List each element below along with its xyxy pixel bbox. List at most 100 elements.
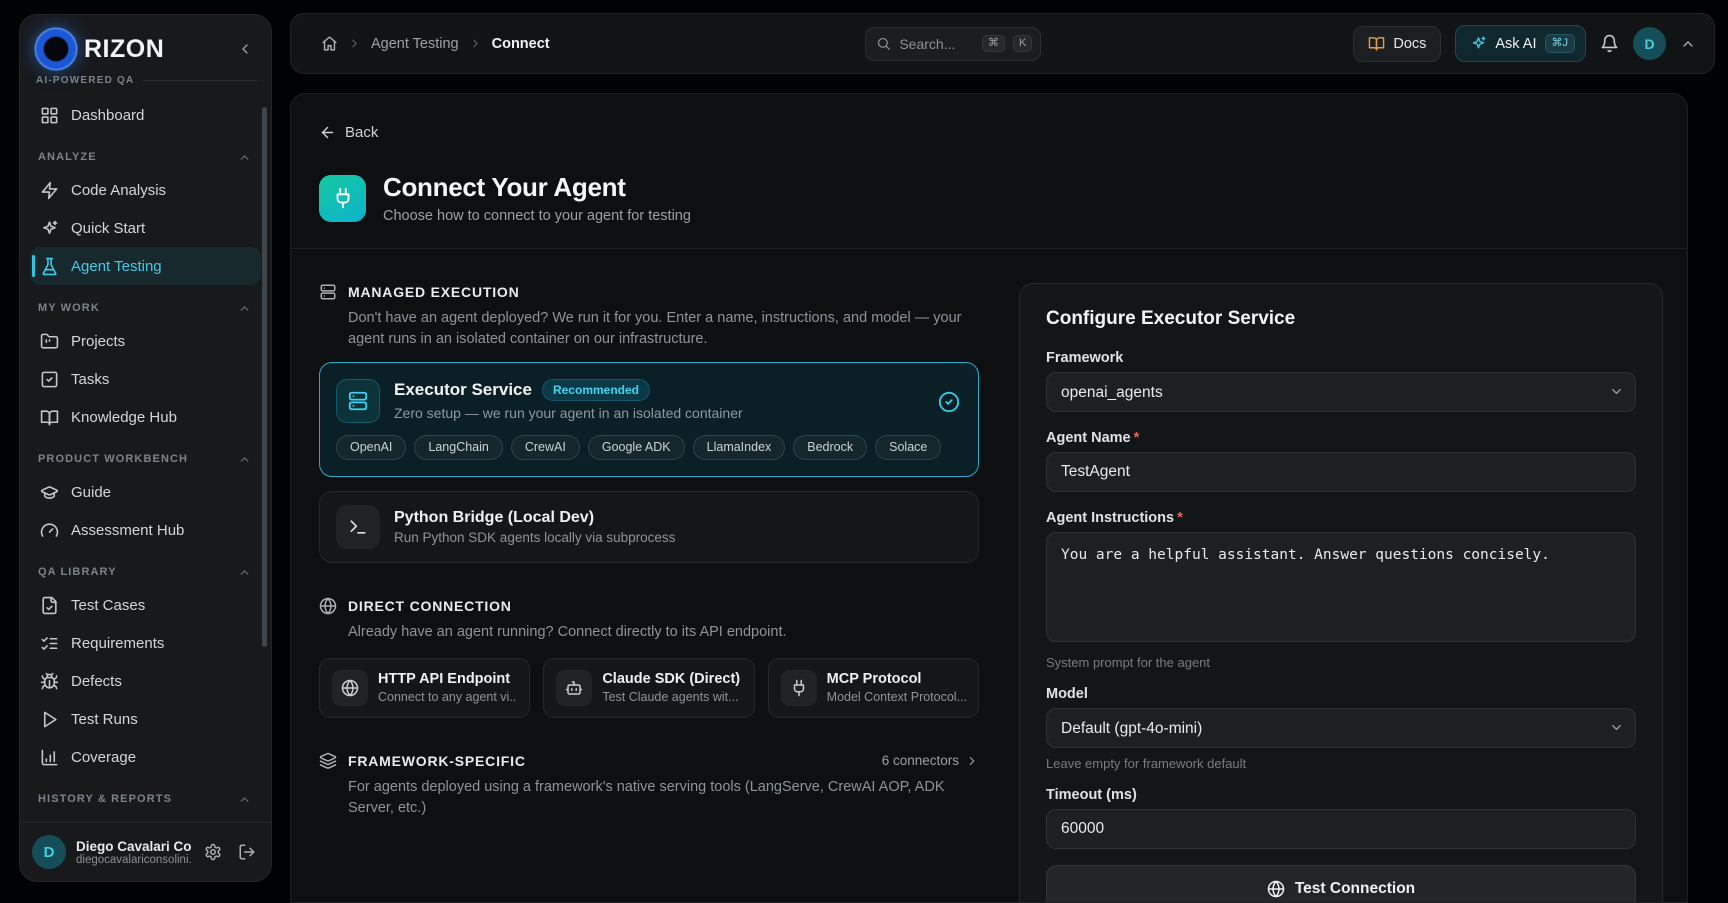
sidebar-item-label: Guide	[71, 484, 111, 501]
plug-icon	[781, 670, 817, 706]
back-button[interactable]: Back	[319, 124, 378, 141]
chevron-up-icon	[1680, 36, 1696, 52]
sidebar-item-test-runs[interactable]: Test Runs	[30, 700, 261, 738]
sidebar-item-agent-testing[interactable]: Agent Testing	[30, 247, 261, 285]
breadcrumb-separator	[348, 37, 361, 50]
check-square-icon	[40, 370, 59, 389]
header-avatar[interactable]: D	[1633, 27, 1666, 60]
logout-icon	[238, 843, 256, 861]
python-bridge-card[interactable]: Python Bridge (Local Dev) Run Python SDK…	[319, 491, 979, 563]
section-title: MY WORK	[38, 302, 100, 314]
page-header: Back Connect Your Agent Choose how to co…	[291, 94, 1687, 249]
section-title: QA LIBRARY	[38, 566, 117, 578]
tag-llamaindex: LlamaIndex	[693, 435, 786, 460]
sidebar-collapse-button[interactable]	[231, 35, 259, 63]
direct-connection-cards: HTTP API Endpoint Connect to any agent v…	[319, 658, 979, 718]
framework-label: Framework	[1046, 350, 1636, 366]
required-asterisk: *	[1134, 430, 1140, 446]
section-description: Don't have an agent deployed? We run it …	[348, 308, 979, 350]
sidebar-item-code-analysis[interactable]: Code Analysis	[30, 171, 261, 209]
timeout-input[interactable]	[1046, 809, 1636, 849]
notifications-button[interactable]	[1600, 34, 1619, 53]
executor-card-top: Executor Service Recommended Zero setup …	[336, 379, 960, 423]
logout-button[interactable]	[235, 840, 259, 864]
sidebar-item-label: Projects	[71, 333, 125, 350]
framework-tags: OpenAI LangChain CrewAI Google ADK Llama…	[336, 435, 960, 460]
list-checks-icon	[40, 634, 59, 653]
sidebar-section-product-workbench[interactable]: PRODUCT WORKBENCH	[30, 445, 261, 473]
agent-instructions-textarea[interactable]: You are a helpful assistant. Answer ques…	[1046, 532, 1636, 642]
search-icon	[876, 36, 891, 51]
card-title: MCP Protocol	[827, 671, 966, 687]
card-subtitle: Test Claude agents wit...	[602, 690, 740, 704]
section-description: For agents deployed using a framework's …	[348, 777, 979, 819]
page-title-block: Connect Your Agent Choose how to connect…	[383, 172, 691, 224]
sidebar-item-projects[interactable]: Projects	[30, 322, 261, 360]
search-input[interactable]	[899, 36, 974, 52]
rizon-logo-icon	[34, 27, 78, 71]
user-name: Diego Cavalari Con...	[76, 839, 191, 854]
sidebar-item-knowledge-hub[interactable]: Knowledge Hub	[30, 398, 261, 436]
sidebar-item-requirements[interactable]: Requirements	[30, 624, 261, 662]
logo-text: RIZON	[84, 35, 231, 64]
arrow-left-icon	[319, 124, 336, 141]
python-bridge-subtitle: Run Python SDK agents locally via subpro…	[394, 530, 675, 545]
page-title: Connect Your Agent	[383, 172, 691, 203]
breadcrumb-current: Connect	[492, 36, 550, 52]
sidebar-item-defects[interactable]: Defects	[30, 662, 261, 700]
direct-connection-section: DIRECT CONNECTION Already have an agent …	[319, 597, 979, 718]
ask-ai-shortcut: ⌘J	[1545, 34, 1576, 53]
sidebar-scrollbar[interactable]	[262, 107, 267, 647]
sidebar-section-history-reports[interactable]: HISTORY & REPORTS	[30, 785, 261, 813]
required-asterisk: *	[1177, 510, 1183, 526]
user-email: diegocavalariconsolini...	[76, 854, 191, 866]
card-title: Claude SDK (Direct)	[602, 671, 740, 687]
claude-sdk-card[interactable]: Claude SDK (Direct) Test Claude agents w…	[543, 658, 754, 718]
book-open-icon	[40, 408, 59, 427]
breadcrumb-parent[interactable]: Agent Testing	[371, 36, 459, 52]
card-text: MCP Protocol Model Context Protocol...	[827, 671, 966, 704]
bot-icon	[556, 670, 592, 706]
sidebar-section-my-work[interactable]: MY WORK	[30, 294, 261, 322]
globe-icon	[319, 597, 337, 615]
sidebar-section-qa-library[interactable]: QA LIBRARY	[30, 558, 261, 586]
executor-title: Executor Service	[394, 380, 532, 400]
sidebar-item-assessment-hub[interactable]: Assessment Hub	[30, 511, 261, 549]
search-box[interactable]: ⌘ K	[865, 27, 1041, 61]
bar-chart-icon	[40, 748, 59, 767]
header-collapse-button[interactable]	[1680, 36, 1696, 52]
ai-sparkles-icon	[1470, 35, 1487, 52]
executor-service-card[interactable]: Executor Service Recommended Zero setup …	[319, 362, 979, 477]
sidebar-nav: Dashboard ANALYZE Code Analysis Quick St…	[20, 92, 271, 822]
sidebar-item-quick-start[interactable]: Quick Start	[30, 209, 261, 247]
ask-ai-button[interactable]: Ask AI ⌘J	[1455, 25, 1586, 62]
http-api-endpoint-card[interactable]: HTTP API Endpoint Connect to any agent v…	[319, 658, 530, 718]
agent-name-field-group: Agent Name*	[1046, 430, 1636, 492]
sidebar-section-analyze[interactable]: ANALYZE	[30, 143, 261, 171]
sidebar-item-dashboard[interactable]: Dashboard	[30, 96, 261, 134]
sidebar-item-label: Dashboard	[71, 107, 144, 124]
connect-plug-icon	[319, 175, 366, 222]
sidebar-item-test-cases[interactable]: Test Cases	[30, 586, 261, 624]
section-title: DIRECT CONNECTION	[348, 598, 512, 614]
tag-solace: Solace	[875, 435, 941, 460]
connectors-link[interactable]: 6 connectors	[882, 753, 979, 768]
sidebar-item-coverage[interactable]: Coverage	[30, 738, 261, 776]
docs-button[interactable]: Docs	[1353, 26, 1441, 62]
user-avatar[interactable]: D	[32, 835, 66, 869]
sidebar-item-guide[interactable]: Guide	[30, 473, 261, 511]
agent-name-input[interactable]	[1046, 452, 1636, 492]
main-panel: Back Connect Your Agent Choose how to co…	[290, 93, 1688, 903]
agent-instructions-field-group: Agent Instructions* You are a helpful as…	[1046, 510, 1636, 670]
framework-select[interactable]: openai_agents	[1046, 372, 1636, 412]
user-meta: Diego Cavalari Con... diegocavalariconso…	[76, 839, 191, 866]
home-button[interactable]	[321, 35, 338, 52]
executor-subtitle: Zero setup — we run your agent in an iso…	[394, 405, 743, 421]
card-subtitle: Model Context Protocol...	[827, 690, 966, 704]
model-select[interactable]: Default (gpt-4o-mini)	[1046, 708, 1636, 748]
flask-icon	[40, 257, 59, 276]
sidebar-item-tasks[interactable]: Tasks	[30, 360, 261, 398]
mcp-protocol-card[interactable]: MCP Protocol Model Context Protocol...	[768, 658, 979, 718]
settings-button[interactable]	[201, 840, 225, 864]
test-connection-button[interactable]: Test Connection	[1046, 865, 1636, 903]
